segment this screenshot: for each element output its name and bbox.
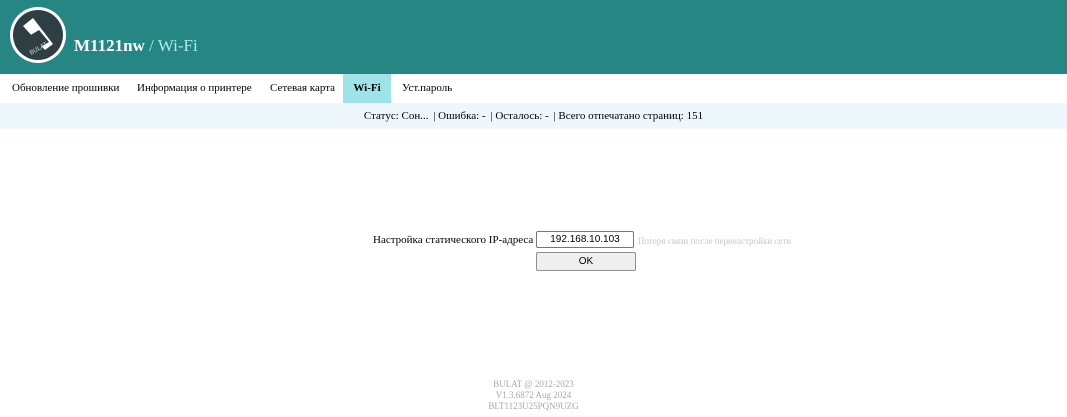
status-bar: Статус: Сон... | Ошибка: - | Осталось: -…	[0, 103, 1067, 129]
nav-item-wifi[interactable]: Wi-Fi	[343, 74, 391, 103]
footer-serial: BLT1123U25PQN9UZG	[488, 401, 579, 411]
nav-item-firmware-update[interactable]: Обновление прошивки	[12, 74, 119, 103]
header-bar: BULAT M1121nw / Wi-Fi	[0, 0, 1067, 74]
nav-item-set-password[interactable]: Уст.пароль	[402, 74, 452, 103]
bulat-logo-icon: BULAT	[10, 7, 66, 63]
status-total-pages: | Всего отпечатано страниц: 151	[553, 110, 704, 122]
footer-copyright: BULAT @ 2012-2023	[493, 379, 574, 389]
status-state: Статус: Сон...	[363, 110, 429, 122]
footer: BULAT @ 2012-2023 V1.3.6872 Aug 2024 BLT…	[0, 379, 1067, 412]
current-page-name: Wi-Fi	[157, 36, 198, 55]
static-ip-label: Настройка статического IP-адреса	[373, 234, 534, 246]
status-remaining: | Осталось: -	[490, 110, 549, 122]
page-title: M1121nw / Wi-Fi	[74, 36, 198, 56]
static-ip-input[interactable]	[536, 231, 634, 248]
static-ip-hint: Потеря связи после перенастройки сети	[638, 236, 792, 246]
printer-model: M1121nw	[74, 36, 145, 55]
main-nav: Обновление прошивки Информация о принтер…	[0, 74, 1067, 103]
title-separator: /	[144, 36, 158, 55]
ok-button[interactable]: OK	[536, 252, 636, 271]
nav-item-printer-info[interactable]: Информация о принтере	[137, 74, 252, 103]
footer-version: V1.3.6872 Aug 2024	[495, 390, 572, 400]
status-error: | Ошибка: -	[433, 110, 486, 122]
nav-item-network-card[interactable]: Сетевая карта	[270, 74, 335, 103]
